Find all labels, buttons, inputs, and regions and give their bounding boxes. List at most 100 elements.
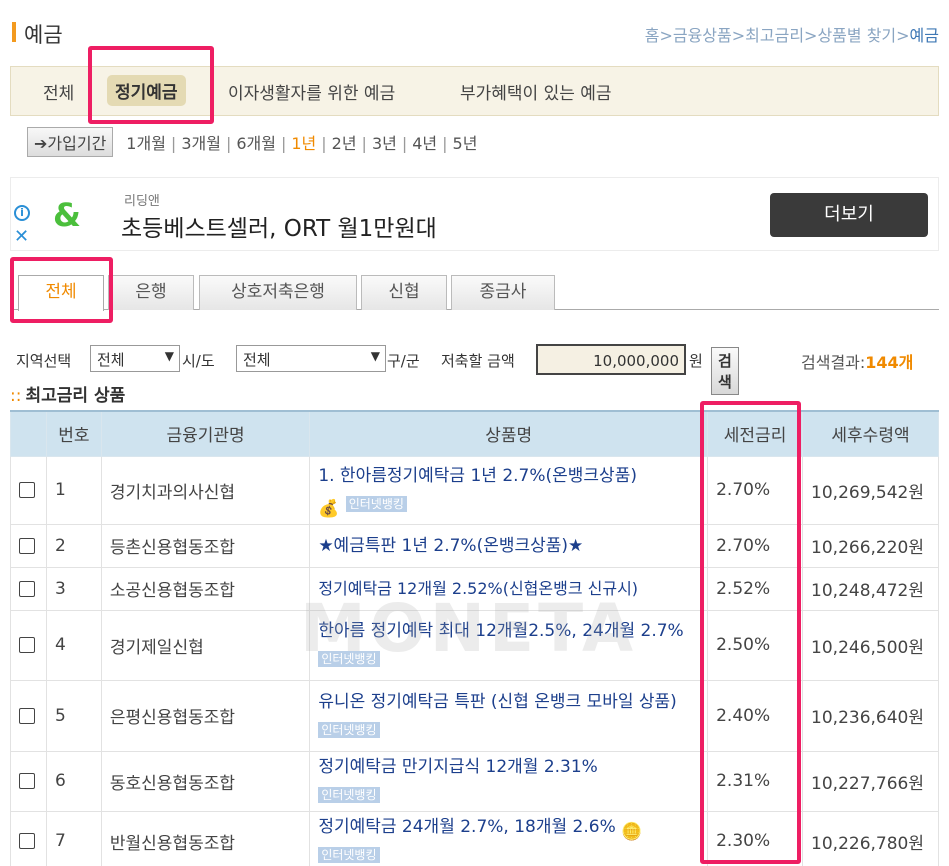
period-selector: ➔가입기간 1개월 | 3개월 | 6개월 | 1년 | 2년 | 3년 | 4년 | 5년	[27, 127, 482, 157]
row-checkbox[interactable]	[19, 580, 35, 597]
category-tab-fixed-deposit[interactable]: 정기예금	[107, 75, 186, 106]
breadcrumb-products[interactable]: 금융상품	[673, 26, 732, 45]
city-label: 시/도	[182, 352, 215, 370]
search-result-count: 검색결과:144개	[801, 353, 914, 372]
row-product[interactable]: 정기예탁금 24개월 2.7%, 18개월 2.6% 🪙 인터넷뱅킹	[309, 810, 709, 866]
title-accent-bar	[12, 22, 16, 42]
row-institution: 소공신용협동조합	[100, 566, 311, 611]
ad-banner[interactable]: i ✕ & 리딩앤 초등베스트셀러, ORT 월1만원대 더보기	[10, 177, 939, 251]
row-number: 7	[45, 810, 102, 866]
region-select[interactable]: 전체 ▼	[90, 345, 180, 372]
category-tab-all[interactable]: 전체	[43, 79, 74, 104]
breadcrumb-home[interactable]: 홈	[645, 26, 660, 45]
breadcrumb-by-product[interactable]: 상품별 찾기	[817, 26, 896, 45]
ad-info-icon[interactable]: i	[14, 205, 30, 221]
row-after-tax: 10,227,766원	[802, 750, 939, 812]
row-after-tax: 10,226,780원	[802, 810, 939, 866]
chevron-down-icon: ▼	[370, 349, 380, 363]
search-button[interactable]: 검색	[711, 347, 739, 395]
row-number: 2	[45, 523, 102, 568]
inst-tab-credit-union[interactable]: 신협	[361, 275, 447, 310]
section-title: :: 최고금리 상품	[10, 386, 126, 406]
row-product[interactable]: 1. 한아름정기예탁금 1년 2.7%(온뱅크상품) 💰 인터넷뱅킹	[309, 455, 709, 525]
row-product[interactable]: 한아름 정기예탁 최대 12개월2.5%, 24개월 2.7% 인터넷뱅킹	[309, 609, 709, 681]
row-product[interactable]: ★예금특판 1년 2.7%(온뱅크상품)★	[309, 523, 709, 568]
period-label-button[interactable]: ➔가입기간	[27, 127, 114, 157]
period-6m[interactable]: 6개월	[236, 130, 276, 154]
table-row[interactable]: 1 경기치과의사신협 1. 한아름정기예탁금 1년 2.7%(온뱅크상품) 💰 인…	[10, 455, 939, 525]
region-label: 지역선택	[16, 352, 72, 370]
row-product[interactable]: 정기예탁금 12개월 2.52%(신협온뱅크 신규시)	[309, 566, 709, 611]
online-banking-badge: 인터넷뱅킹	[318, 721, 380, 738]
row-checkbox[interactable]	[19, 537, 35, 554]
page-header: 예금 홈>금융상품>최고금리>상품별 찾기>예금	[0, 0, 949, 62]
inst-tab-savings-bank[interactable]: 상호저축은행	[199, 275, 357, 310]
row-rate: 2.52%	[707, 566, 804, 611]
row-number: 4	[45, 609, 102, 681]
period-3y[interactable]: 3년	[372, 130, 397, 154]
row-institution: 경기치과의사신협	[100, 455, 311, 525]
category-tab-extra-benefits[interactable]: 부가혜택이 있는 예금	[460, 79, 612, 104]
period-2y[interactable]: 2년	[332, 130, 357, 154]
chevron-down-icon: ▼	[164, 349, 174, 363]
row-product[interactable]: 정기예탁금 만기지급식 12개월 2.31% 인터넷뱅킹	[309, 750, 709, 812]
table-row[interactable]: 5 은평신용협동조합 유니온 정기예탁금 특판 (신협 온뱅크 모바일 상품) …	[10, 679, 939, 752]
category-tabs: 전체 정기예금 이자생활자를 위한 예금 부가혜택이 있는 예금	[10, 66, 939, 116]
ad-headline[interactable]: 초등베스트셀러, ORT 월1만원대	[121, 209, 437, 243]
row-product[interactable]: 유니온 정기예탁금 특판 (신협 온뱅크 모바일 상품) 인터넷뱅킹	[309, 679, 709, 752]
coins-icon: 🪙	[621, 822, 643, 842]
ad-more-button[interactable]: 더보기	[770, 193, 928, 237]
row-after-tax: 10,248,472원	[802, 566, 939, 611]
inst-tab-bank[interactable]: 은행	[108, 275, 194, 310]
breadcrumb-top-rate[interactable]: 최고금리	[745, 26, 804, 45]
table-row[interactable]: 4 경기제일신협 한아름 정기예탁 최대 12개월2.5%, 24개월 2.7%…	[10, 609, 939, 681]
breadcrumb-current: 예금	[909, 26, 939, 45]
period-1m[interactable]: 1개월	[126, 130, 166, 154]
results-table: 번호 금융기관명 상품명 세전금리 세후수령액 1 경기치과의사신협 1. 한아…	[10, 410, 939, 866]
district-label: 구/군	[387, 352, 420, 370]
row-institution: 경기제일신협	[100, 609, 311, 681]
inst-tab-all[interactable]: 전체	[18, 275, 104, 311]
row-rate: 2.31%	[707, 750, 804, 812]
row-checkbox[interactable]	[19, 637, 35, 653]
amount-input[interactable]: 10,000,000	[536, 344, 686, 375]
online-banking-badge: 인터넷뱅킹	[318, 787, 380, 803]
period-5y[interactable]: 5년	[453, 130, 478, 154]
table-row[interactable]: 3 소공신용협동조합 정기예탁금 12개월 2.52%(신협온뱅크 신규시) 2…	[10, 566, 939, 611]
row-after-tax: 10,269,542원	[802, 455, 939, 525]
table-row[interactable]: 6 동호신용협동조합 정기예탁금 만기지급식 12개월 2.31% 인터넷뱅킹 2…	[10, 750, 939, 812]
online-banking-badge: 인터넷뱅킹	[345, 496, 407, 512]
table-header-row: 번호 금융기관명 상품명 세전금리 세후수령액	[10, 410, 939, 457]
inst-tab-merchant-bank[interactable]: 종금사	[451, 275, 555, 310]
online-banking-badge: 인터넷뱅킹	[318, 847, 380, 863]
district-select[interactable]: 전체 ▼	[236, 345, 386, 372]
header-institution: 금융기관명	[100, 410, 311, 457]
row-institution: 은평신용협동조합	[100, 679, 311, 752]
period-3m[interactable]: 3개월	[181, 130, 221, 154]
row-checkbox[interactable]	[19, 833, 35, 849]
row-rate: 2.30%	[707, 810, 804, 866]
row-after-tax: 10,246,500원	[802, 609, 939, 681]
row-after-tax: 10,236,640원	[802, 679, 939, 752]
row-number: 5	[45, 679, 102, 752]
table-row[interactable]: 2 등촌신용협동조합 ★예금특판 1년 2.7%(온뱅크상품)★ 2.70% 1…	[10, 523, 939, 568]
header-no: 번호	[45, 410, 102, 457]
header-checkbox-col	[10, 410, 47, 457]
online-banking-badge: 인터넷뱅킹	[318, 651, 380, 667]
ad-brand: 리딩앤	[124, 194, 160, 209]
breadcrumb: 홈>금융상품>최고금리>상품별 찾기>예금	[644, 26, 939, 45]
period-4y[interactable]: 4년	[412, 130, 437, 154]
row-rate: 2.70%	[707, 523, 804, 568]
row-institution: 반월신용협동조합	[100, 810, 311, 866]
row-checkbox[interactable]	[19, 482, 35, 498]
row-checkbox[interactable]	[19, 707, 35, 724]
category-tab-interest-living[interactable]: 이자생활자를 위한 예금	[228, 79, 395, 104]
row-number: 1	[45, 455, 102, 525]
amount-label: 저축할 금액	[441, 352, 515, 370]
ad-close-icon[interactable]: ✕	[14, 228, 29, 246]
period-1y[interactable]: 1년	[291, 130, 316, 154]
row-checkbox[interactable]	[19, 773, 35, 789]
row-institution: 등촌신용협동조합	[100, 523, 311, 568]
row-rate: 2.40%	[707, 679, 804, 752]
table-row[interactable]: 7 반월신용협동조합 정기예탁금 24개월 2.7%, 18개월 2.6% 🪙 인…	[10, 810, 939, 866]
